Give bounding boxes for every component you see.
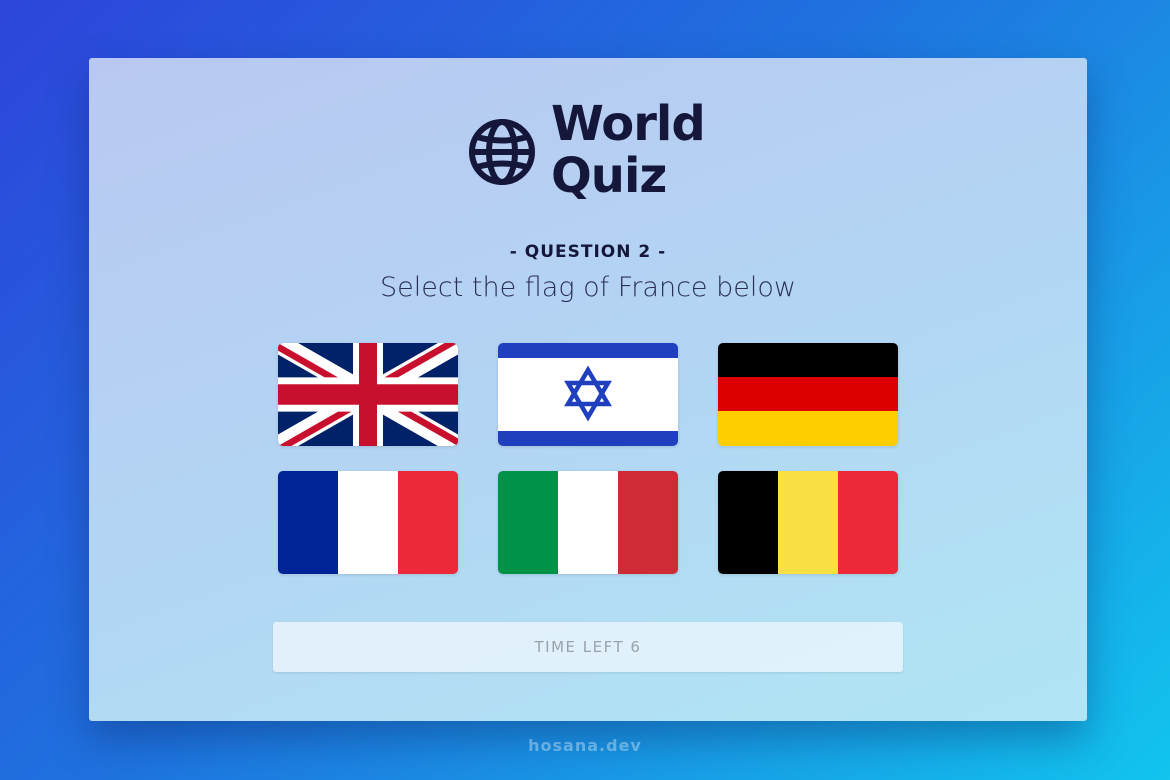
france-flag-icon [278, 471, 458, 574]
question-number: - QUESTION 2 - [509, 242, 667, 262]
germany-flag-icon [718, 343, 898, 446]
flag-option-belgium[interactable] [718, 471, 898, 574]
quiz-card: World Quiz - QUESTION 2 - Select the fla… [89, 58, 1087, 721]
united-kingdom-flag-icon [278, 343, 458, 446]
app-logo: World Quiz [467, 100, 727, 210]
globe-icon [469, 119, 535, 185]
watermark: hosana.dev [528, 736, 642, 755]
italy-flag-icon [498, 471, 678, 574]
logo-title-line1: World [551, 96, 706, 152]
flag-option-united-kingdom[interactable] [278, 343, 458, 446]
question-prompt: Select the flag of France below [380, 272, 796, 303]
time-left-bar: TIME LEFT 6 [273, 622, 903, 672]
flag-option-italy[interactable] [498, 471, 678, 574]
israel-flag-icon [498, 343, 678, 446]
flag-option-france[interactable] [278, 471, 458, 574]
flag-option-germany[interactable] [718, 343, 898, 446]
belgium-flag-icon [718, 471, 898, 574]
logo-title-line2: Quiz [551, 148, 667, 204]
flag-option-israel[interactable] [498, 343, 678, 446]
